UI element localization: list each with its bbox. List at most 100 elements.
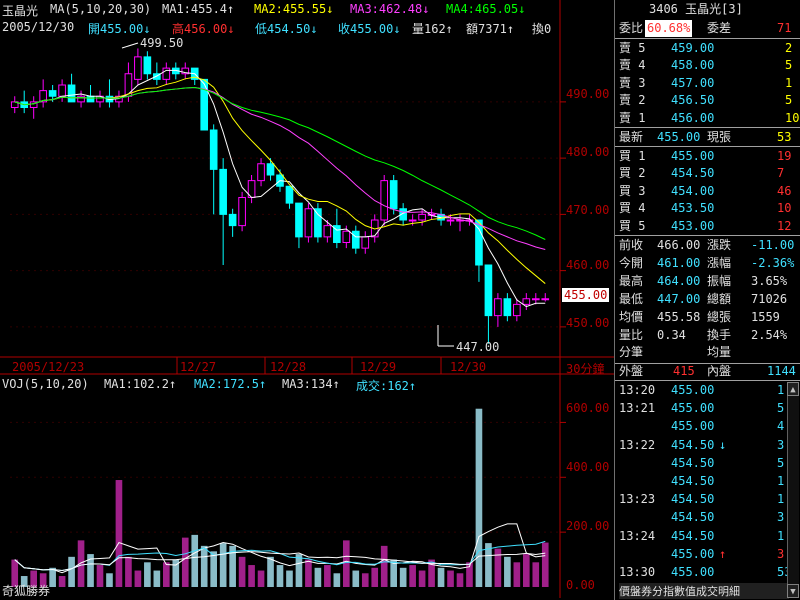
- candle-body: [513, 303, 521, 317]
- y-tick-470: 470.00: [566, 203, 610, 217]
- tick-row: 455.00 4: [615, 418, 800, 435]
- stat-label-2: 漲幅: [707, 255, 732, 270]
- volume-bar: [238, 556, 246, 587]
- outer-label: 外盤: [619, 364, 644, 378]
- candle-body: [58, 84, 66, 97]
- bid-ratio-row: 委比 60.68% 委差 71: [615, 20, 800, 37]
- y-tick-490: 490.00: [566, 87, 610, 101]
- tick-row: 454.50 3: [615, 509, 800, 526]
- tick-volume: 3: [777, 510, 785, 525]
- stat-label-1: 最高: [619, 273, 644, 288]
- y-tick-450: 450.00: [566, 316, 610, 330]
- x-label-1230: 12/30: [450, 360, 487, 374]
- tick-volume: 1: [777, 528, 785, 543]
- bid-volume: 19: [777, 149, 792, 163]
- candle-body: [219, 168, 227, 215]
- stat-value-1: 0.34: [657, 327, 686, 342]
- candle-body: [257, 163, 265, 182]
- volume-bar: [144, 562, 151, 587]
- volume-bar: [352, 570, 360, 587]
- tick-price: 454.50: [671, 474, 715, 488]
- tick-price: 455.00: [671, 383, 715, 397]
- volume-bar: [77, 540, 85, 587]
- latest-price: 455.00: [657, 130, 701, 144]
- volume-bar: [115, 480, 123, 587]
- ask-row: 賣 2 456.50 5: [615, 92, 800, 109]
- tick-time: 13:21: [619, 401, 656, 416]
- stat-label-2: 總張: [707, 309, 732, 324]
- tick-price: 455.00: [671, 419, 715, 434]
- tick-volume: 5: [777, 455, 785, 470]
- panel-footer-tabs[interactable]: 價盤券分指數值成交明細: [619, 583, 789, 599]
- stat-label-2: 均量: [707, 345, 732, 360]
- stat-value-2: 1559: [751, 309, 780, 324]
- bar-date: 2005/12/30: [2, 20, 75, 34]
- volume-bar: [163, 562, 170, 587]
- bid-row: 買 5 453.00 12: [615, 218, 800, 235]
- tick-row: 13:22 454.50 ↓ 3: [615, 437, 800, 454]
- tick-scroll-up-button[interactable]: ▲: [787, 382, 799, 396]
- bid-row: 買 4 453.50 10: [615, 200, 800, 217]
- volume-bar: [106, 573, 113, 587]
- ma3-value: MA3:462.48↓: [350, 2, 430, 16]
- tick-scrollbar[interactable]: [787, 396, 799, 584]
- tick-scroll-down-button[interactable]: ▼: [787, 584, 799, 598]
- candle-body: [541, 298, 550, 301]
- stat-label-1: 今開: [619, 255, 644, 270]
- volume-value: 量162↑: [412, 22, 453, 36]
- close-value: 收455.00↓: [338, 22, 401, 36]
- candle-body: [361, 236, 370, 249]
- volume-bar: [333, 573, 341, 587]
- tick-volume: 1: [777, 383, 785, 397]
- stat-value-2: -11.00: [751, 238, 795, 252]
- turnover-value: 換0: [532, 22, 552, 36]
- candle-body: [351, 230, 360, 249]
- volume-bar: [399, 567, 407, 587]
- stat-value-2: 71026: [751, 291, 788, 306]
- ma1-value: MA1:455.4↑: [162, 2, 235, 16]
- bid-row: 買 1 455.00 19: [615, 148, 800, 165]
- candle-body: [408, 219, 417, 222]
- x-label-1223: 2005/12/23: [12, 360, 85, 374]
- high-value: 高456.00↓: [172, 22, 235, 36]
- volume-bar: [181, 537, 189, 587]
- bid-volume: 12: [777, 218, 792, 233]
- ask-row: 賣 1 456.00 10: [615, 110, 800, 127]
- volume-bar: [324, 565, 331, 587]
- candle-body: [314, 208, 322, 238]
- stat-value-2: 2.54%: [751, 327, 788, 342]
- tick-row: 13:23 454.50 1: [615, 491, 800, 508]
- candle-body: [484, 264, 493, 317]
- period-label[interactable]: 30分鐘: [566, 360, 604, 377]
- volume-bar: [343, 540, 350, 587]
- volume-bar: [68, 556, 75, 587]
- candle-body: [77, 95, 85, 103]
- candle-body: [86, 95, 95, 103]
- low-value: 低454.50↓: [255, 22, 318, 36]
- volume-bar: [295, 554, 303, 587]
- volume-bar: [153, 570, 161, 587]
- stat-label-2: 總額: [707, 291, 732, 306]
- candle-body: [266, 163, 275, 176]
- tick-row: 454.50 5: [615, 455, 800, 472]
- candle-body: [531, 298, 540, 301]
- vol-deal: 成交:162↑: [356, 379, 417, 393]
- cur-vol-label: 現張: [707, 130, 732, 144]
- current-price-tag: 455.00: [562, 288, 610, 302]
- outer-value: 415: [673, 364, 695, 378]
- x-label-1228: 12/28: [270, 360, 307, 374]
- stat-row: 均價 455.58 總張 1559: [615, 309, 800, 326]
- candle-body: [134, 56, 142, 80]
- volume-bar: [513, 562, 521, 587]
- max-marker: [121, 42, 139, 49]
- candle-body: [162, 67, 171, 80]
- vol-tick-0: 0.00: [566, 578, 595, 592]
- vol-tick-200: 200.00: [566, 519, 610, 533]
- bid-price: 454.00: [671, 183, 715, 198]
- ask-volume: 1: [785, 75, 793, 90]
- volume-bar: [409, 565, 416, 587]
- ask-row: 賣 4 458.00 5: [615, 57, 800, 74]
- volume-bar: [314, 567, 322, 587]
- chart-canvas[interactable]: [0, 0, 614, 600]
- candle-body: [238, 197, 246, 227]
